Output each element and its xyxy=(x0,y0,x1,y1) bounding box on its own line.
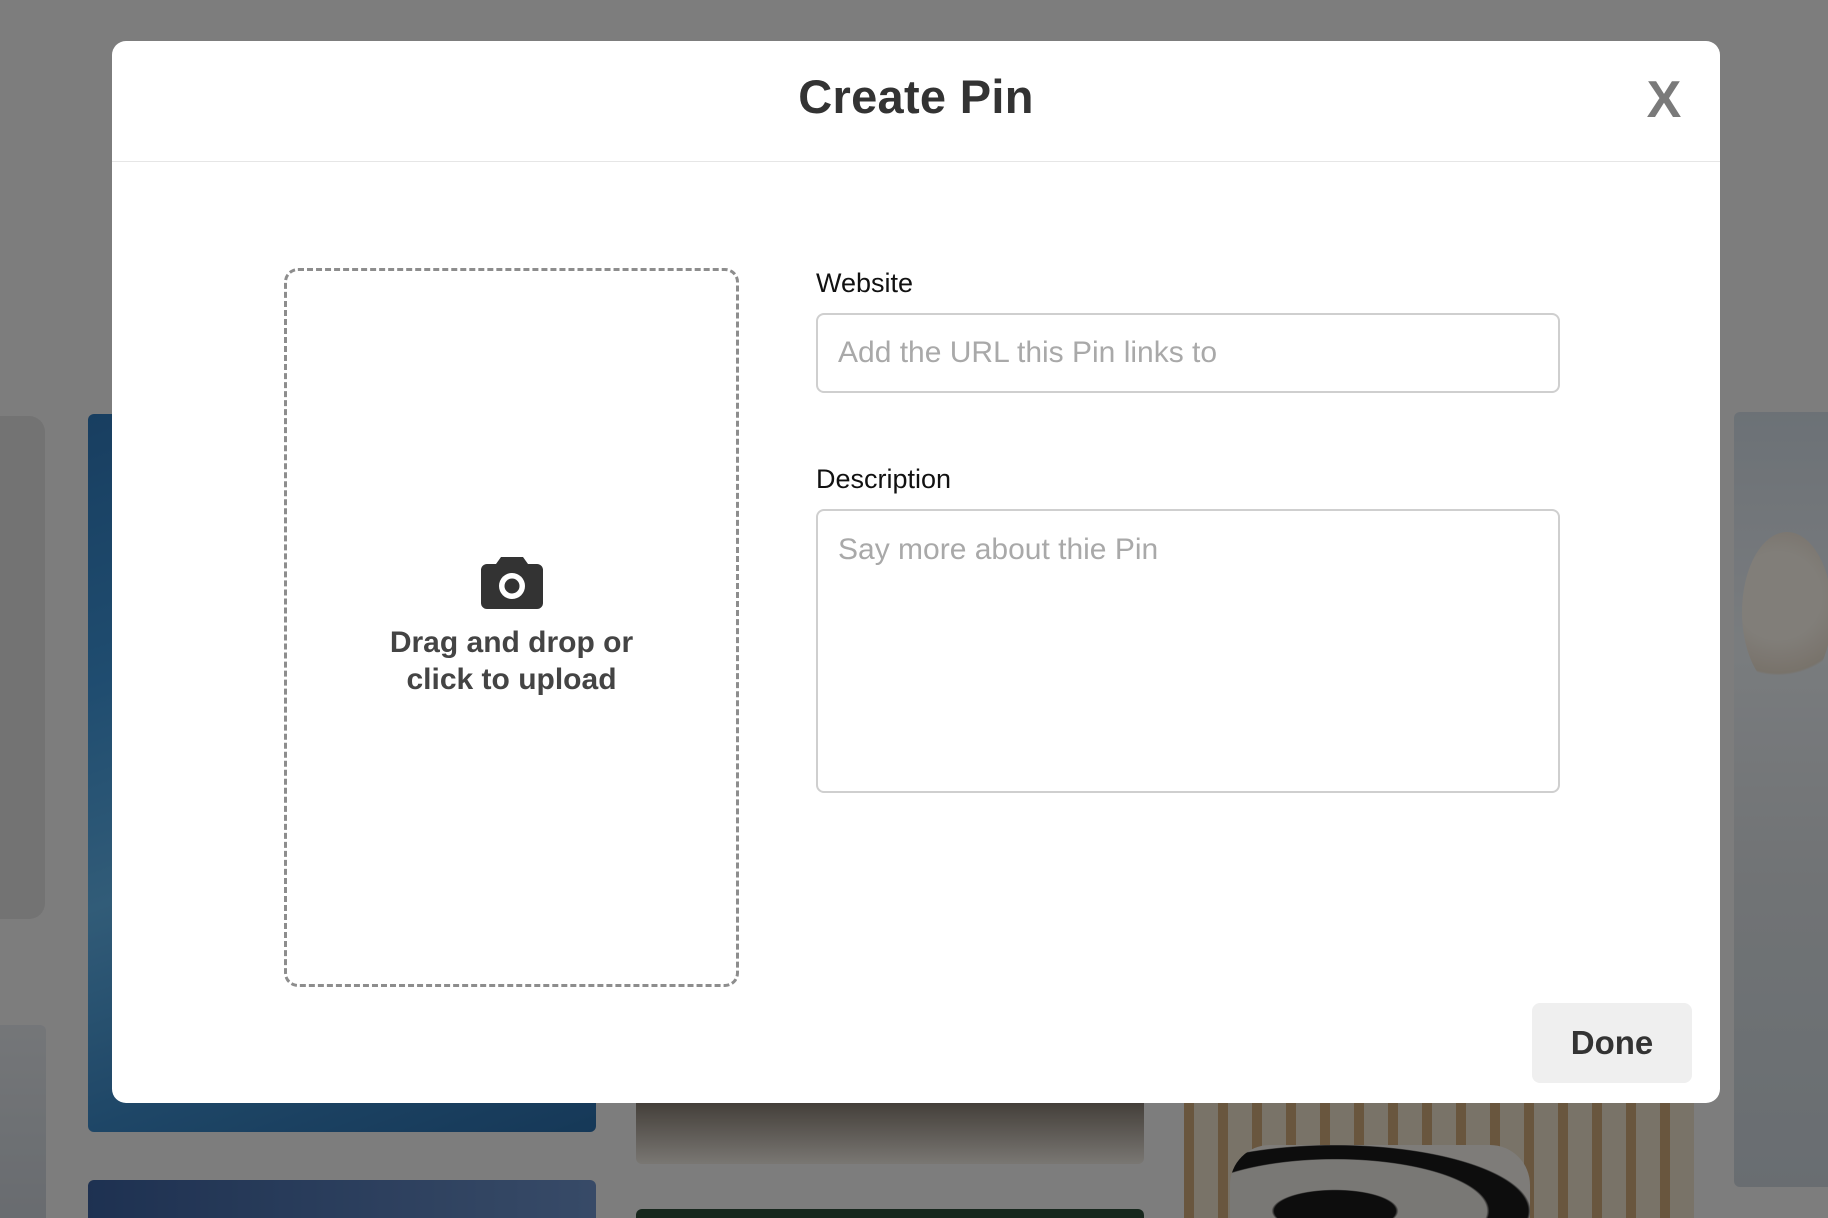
website-label: Website xyxy=(816,268,914,298)
description-label: Description xyxy=(816,464,952,494)
create-pin-modal: Create Pin X Drag and drop or click to u… xyxy=(112,41,1720,1103)
website-url-input[interactable] xyxy=(816,313,1560,393)
modal-header: Create Pin X xyxy=(112,41,1720,162)
close-button[interactable]: X xyxy=(1636,67,1692,133)
description-textarea[interactable] xyxy=(816,509,1560,793)
modal-title: Create Pin xyxy=(798,70,1034,123)
done-button[interactable]: Done xyxy=(1532,1003,1692,1083)
upload-content: Drag and drop or click to upload xyxy=(287,555,736,698)
camera-icon xyxy=(480,555,543,609)
upload-instructions-line-1: Drag and drop or xyxy=(389,626,634,659)
upload-instructions: Drag and drop or click to upload xyxy=(287,624,736,698)
upload-instructions-line-2: click to upload xyxy=(406,663,617,696)
image-upload-dropzone[interactable]: Drag and drop or click to upload xyxy=(284,268,739,987)
